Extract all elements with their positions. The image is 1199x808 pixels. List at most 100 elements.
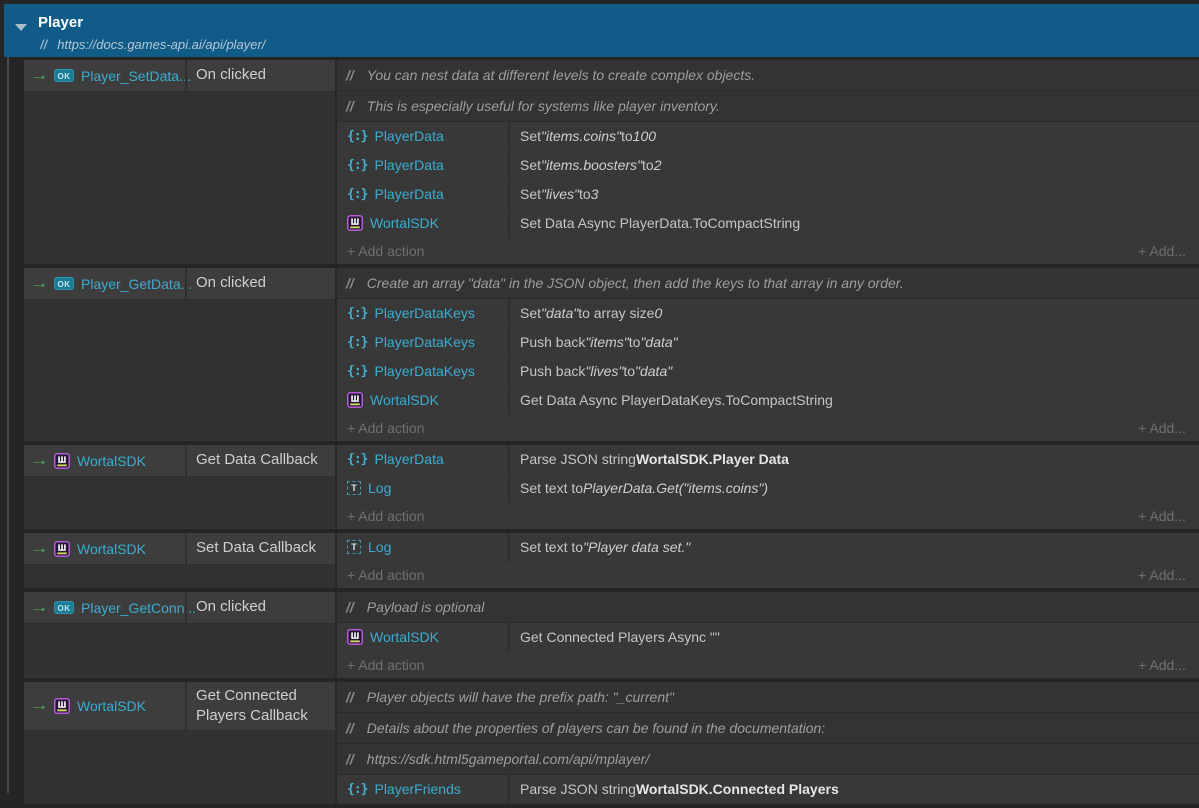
json-object-icon: {:} (347, 158, 367, 173)
action-object-cell[interactable]: TLog (337, 533, 510, 561)
action-text-cell[interactable]: Get Connected Players Async "" (510, 623, 1199, 651)
collapse-triangle-icon[interactable] (15, 24, 27, 31)
comment-row[interactable]: //You can nest data at different levels … (337, 60, 1199, 91)
action-row[interactable]: TLogSet text to PlayerData.Get("items.co… (337, 474, 1199, 503)
add-action-link[interactable]: + Add action (347, 508, 424, 524)
add-action-link[interactable]: + Add action (347, 243, 424, 259)
condition-column-fill (24, 731, 335, 804)
action-row[interactable]: {:}PlayerDataKeysSet "data" to array siz… (337, 299, 1199, 328)
action-object-cell[interactable]: {:}PlayerDataKeys (337, 299, 510, 327)
action-object-cell[interactable]: {:}PlayerData (337, 151, 510, 179)
condition-object-cell[interactable]: →WortalSDK (24, 682, 185, 730)
condition-object-name: WortalSDK (77, 453, 146, 469)
action-text-cell[interactable]: Parse JSON string WortalSDK.Player Data (510, 445, 1199, 473)
action-text-cell[interactable]: Push back "items" to "data" (510, 328, 1199, 356)
action-row[interactable]: {:}PlayerDataSet "items.coins" to 100 (337, 122, 1199, 151)
add-action-row: + Add action + Add... (337, 415, 1199, 441)
action-object-cell[interactable]: WortalSDK (337, 623, 510, 651)
condition-text[interactable]: On clicked (185, 592, 335, 623)
action-object-cell[interactable]: WortalSDK (337, 386, 510, 414)
action-row[interactable]: {:}PlayerDataKeysPush back "lives" to "d… (337, 357, 1199, 386)
action-text-cell[interactable]: Set "data" to array size 0 (510, 299, 1199, 327)
action-text-cell[interactable]: Set "items.coins" to 100 (510, 122, 1199, 150)
comment-row[interactable]: //Payload is optional (337, 592, 1199, 623)
comment-row[interactable]: //Create an array "data" in the JSON obj… (337, 268, 1199, 299)
action-object-cell[interactable]: {:}PlayerDataKeys (337, 357, 510, 385)
condition-row[interactable]: →OKPlayer_GetConn...On clicked (24, 592, 335, 624)
action-row[interactable]: {:}PlayerDataSet "lives" to 3 (337, 180, 1199, 209)
action-row[interactable]: WortalSDK Set Data Async PlayerData.ToCom… (337, 209, 1199, 238)
condition-row[interactable]: →WortalSDKGet Data Callback (24, 445, 335, 477)
action-object-cell[interactable]: {:}PlayerData (337, 122, 510, 150)
condition-text[interactable]: On clicked (185, 268, 335, 299)
action-object-cell[interactable]: {:}PlayerFriends (337, 775, 510, 803)
action-text-segment: "items.boosters" (541, 157, 642, 173)
action-object-cell[interactable]: WortalSDK (337, 209, 510, 237)
comment-marker: // (40, 37, 47, 52)
action-text-cell[interactable]: Parse JSON string WortalSDK.Connected Pl… (510, 775, 1199, 803)
json-object-icon: {:} (347, 129, 367, 144)
comment-row[interactable]: //Player objects will have the prefix pa… (337, 682, 1199, 713)
add-action-link[interactable]: + Add action (347, 657, 424, 673)
action-text-segment: 3 (591, 186, 599, 202)
action-row[interactable]: {:}PlayerFriendsParse JSON string Wortal… (337, 775, 1199, 804)
action-text-cell[interactable]: Push back "lives" to "data" (510, 357, 1199, 385)
action-object-name: Log (368, 480, 391, 496)
action-text-cell[interactable]: Get Data Async PlayerDataKeys.ToCompactS… (510, 386, 1199, 414)
action-object-cell[interactable]: {:}PlayerData (337, 180, 510, 208)
add-more-link[interactable]: + Add... (1138, 508, 1186, 524)
add-more-link[interactable]: + Add... (1138, 420, 1186, 436)
action-row[interactable]: {:}PlayerDataParse JSON string WortalSDK… (337, 445, 1199, 474)
action-row[interactable]: WortalSDKGet Data Async PlayerDataKeys.T… (337, 386, 1199, 415)
action-text-cell[interactable]: Set text to "Player data set." (510, 533, 1199, 561)
action-text-cell[interactable]: Set Data Async PlayerData.ToCompactStrin… (510, 209, 1199, 237)
action-row[interactable]: {:}PlayerDataKeysPush back "items" to "d… (337, 328, 1199, 357)
action-row[interactable]: {:}PlayerDataSet "items.boosters" to 2 (337, 151, 1199, 180)
comment-row[interactable]: //Details about the properties of player… (337, 713, 1199, 744)
action-text-cell[interactable]: Set "lives" to 3 (510, 180, 1199, 208)
action-text-segment: Set (520, 128, 541, 144)
condition-object-cell[interactable]: →OKPlayer_GetData... (24, 268, 185, 299)
condition-text[interactable]: On clicked (185, 60, 335, 91)
action-row[interactable]: WortalSDKGet Connected Players Async "" (337, 623, 1199, 652)
action-object-cell[interactable]: {:}PlayerData (337, 445, 510, 473)
action-object-cell[interactable]: {:}PlayerDataKeys (337, 328, 510, 356)
condition-object-cell[interactable]: →OKPlayer_GetConn... (24, 592, 185, 623)
action-row[interactable]: TLogSet text to "Player data set." (337, 533, 1199, 562)
action-text-segment: Push back (520, 363, 585, 379)
action-rows: //You can nest data at different levels … (335, 60, 1199, 264)
action-object-name: PlayerData (374, 451, 443, 467)
action-object-cell[interactable]: TLog (337, 474, 510, 502)
add-more-link[interactable]: + Add... (1138, 567, 1186, 583)
action-text-segment: "items.coins" (541, 128, 621, 144)
condition-object-cell[interactable]: →WortalSDK (24, 533, 185, 564)
condition-row[interactable]: →OKPlayer_SetData...On clicked (24, 60, 335, 92)
condition-text[interactable]: Get Data Callback (185, 445, 335, 476)
condition-text[interactable]: Get Connected Players Callback (185, 682, 335, 730)
wortal-book-icon (54, 698, 70, 714)
add-action-link[interactable]: + Add action (347, 420, 424, 436)
action-text-segment: Push back (520, 334, 585, 350)
action-text-cell[interactable]: Set text to PlayerData.Get("items.coins"… (510, 474, 1199, 502)
event-block: →OKPlayer_SetData...On clicked//You can … (24, 60, 1199, 264)
condition-row[interactable]: →WortalSDKGet Connected Players Callback (24, 682, 335, 731)
action-text-segment: to (623, 363, 635, 379)
action-text-segment: Set Data Async PlayerData.ToCompactStrin… (520, 215, 800, 231)
condition-text[interactable]: Set Data Callback (185, 533, 335, 564)
add-more-link[interactable]: + Add... (1138, 657, 1186, 673)
add-more-link[interactable]: + Add... (1138, 243, 1186, 259)
comment-marker: // (346, 720, 354, 736)
add-action-link[interactable]: + Add action (347, 567, 424, 583)
add-action-row: + Add action + Add... (337, 238, 1199, 264)
action-text-segment: Set (520, 186, 541, 202)
condition-object-cell[interactable]: →OKPlayer_SetData... (24, 60, 185, 91)
action-text-cell[interactable]: Set "items.boosters" to 2 (510, 151, 1199, 179)
condition-column-fill (24, 477, 335, 529)
group-header[interactable]: Player //https://docs.games-api.ai/api/p… (4, 4, 1199, 57)
comment-row[interactable]: //This is especially useful for systems … (337, 91, 1199, 122)
comment-row[interactable]: //https://sdk.html5gameportal.com/api/mp… (337, 744, 1199, 775)
wortal-book-icon (54, 453, 70, 469)
condition-row[interactable]: →WortalSDKSet Data Callback (24, 533, 335, 565)
condition-row[interactable]: →OKPlayer_GetData...On clicked (24, 268, 335, 300)
condition-object-cell[interactable]: →WortalSDK (24, 445, 185, 476)
